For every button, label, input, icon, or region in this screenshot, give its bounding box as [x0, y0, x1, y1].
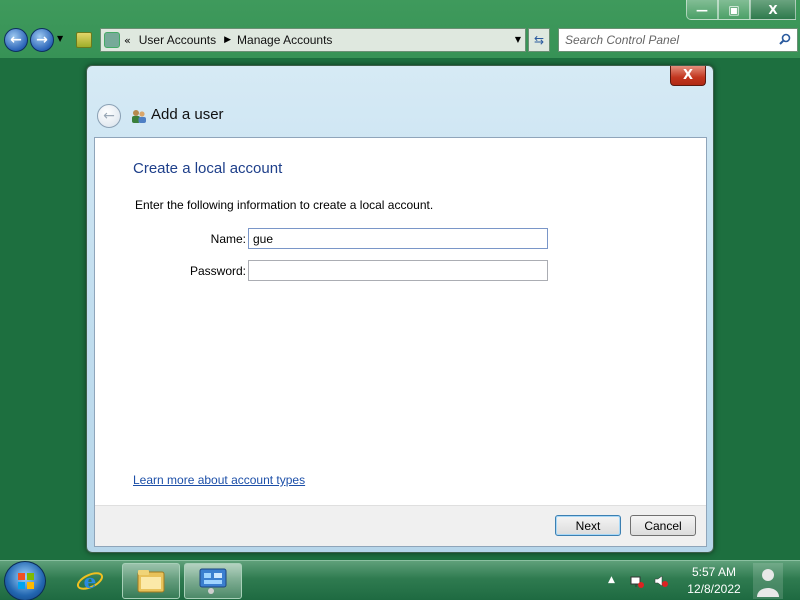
- close-window-button[interactable]: X: [750, 0, 796, 20]
- folder-icon: [137, 570, 165, 593]
- password-field[interactable]: [248, 260, 548, 281]
- breadcrumb-user-accounts[interactable]: User Accounts: [139, 33, 216, 47]
- clock-date[interactable]: 12/8/2022: [682, 582, 746, 596]
- refresh-icon: ⇆: [533, 33, 545, 47]
- dialog-close-button[interactable]: X: [670, 66, 706, 86]
- volume-muted-icon[interactable]: [654, 574, 668, 588]
- svg-text:e: e: [84, 569, 97, 593]
- page-heading: Create a local account: [133, 160, 283, 177]
- taskbar: e ▲ 5:57 AM 12/8/2022: [0, 560, 800, 600]
- add-user-dialog: X ← Add a user Create a local account En…: [86, 65, 714, 553]
- users-icon: [132, 110, 146, 123]
- dialog-title: Add a user: [151, 106, 224, 123]
- back-button[interactable]: ←: [4, 28, 28, 52]
- name-label: Name:: [210, 232, 246, 246]
- breadcrumb-overflow-icon[interactable]: «: [124, 34, 131, 47]
- search-input[interactable]: [559, 29, 775, 51]
- start-button[interactable]: [4, 561, 46, 600]
- learn-more-link[interactable]: Learn more about account types: [133, 473, 305, 487]
- arrow-left-icon: ←: [103, 108, 115, 124]
- show-hidden-icons-icon[interactable]: ▲: [608, 575, 615, 585]
- maximize-button[interactable]: ▣: [718, 0, 750, 20]
- instructions-text: Enter the following information to creat…: [135, 198, 434, 212]
- dialog-content: Create a local account Enter the followi…: [94, 137, 707, 547]
- breadcrumb-separator-icon[interactable]: ▶: [224, 35, 231, 45]
- taskbar-internet-explorer[interactable]: e: [64, 563, 116, 599]
- arrow-left-icon: ←: [10, 32, 22, 48]
- folder-up-icon[interactable]: [76, 32, 92, 48]
- internet-explorer-icon: e: [76, 569, 104, 593]
- name-field[interactable]: [248, 228, 548, 249]
- taskbar-windows-explorer[interactable]: [122, 563, 180, 599]
- clock-time[interactable]: 5:57 AM: [684, 565, 744, 579]
- recent-pages-dropdown-icon[interactable]: ▼: [57, 34, 63, 43]
- window-controls: — ▣ X: [686, 0, 796, 20]
- dialog-back-button[interactable]: ←: [97, 104, 121, 128]
- user-accounts-icon: [104, 32, 120, 48]
- search-box: [558, 28, 798, 52]
- user-avatar-icon[interactable]: [753, 563, 783, 599]
- arrow-right-icon: →: [36, 32, 48, 48]
- breadcrumb-manage-accounts[interactable]: Manage Accounts: [237, 33, 332, 47]
- refresh-button[interactable]: ⇆: [528, 28, 550, 52]
- next-button[interactable]: Next: [555, 515, 621, 536]
- forward-button[interactable]: →: [30, 28, 54, 52]
- navigation-bar: ← → ▼ « User Accounts ▶ Manage Accounts …: [0, 26, 800, 54]
- address-bar[interactable]: « User Accounts ▶ Manage Accounts ▼: [100, 28, 526, 52]
- address-dropdown-icon[interactable]: ▼: [515, 35, 521, 44]
- notification-area: ▲ 5:57 AM 12/8/2022: [604, 561, 754, 600]
- search-icon[interactable]: [779, 33, 791, 45]
- windows-logo-icon: [18, 573, 34, 589]
- network-icon[interactable]: [630, 574, 644, 588]
- password-label: Password:: [189, 264, 246, 278]
- cancel-button[interactable]: Cancel: [630, 515, 696, 536]
- control-panel-icon: [199, 568, 227, 594]
- dialog-footer: Next Cancel: [95, 505, 706, 546]
- taskbar-control-panel[interactable]: [184, 563, 242, 599]
- minimize-button[interactable]: —: [686, 0, 718, 20]
